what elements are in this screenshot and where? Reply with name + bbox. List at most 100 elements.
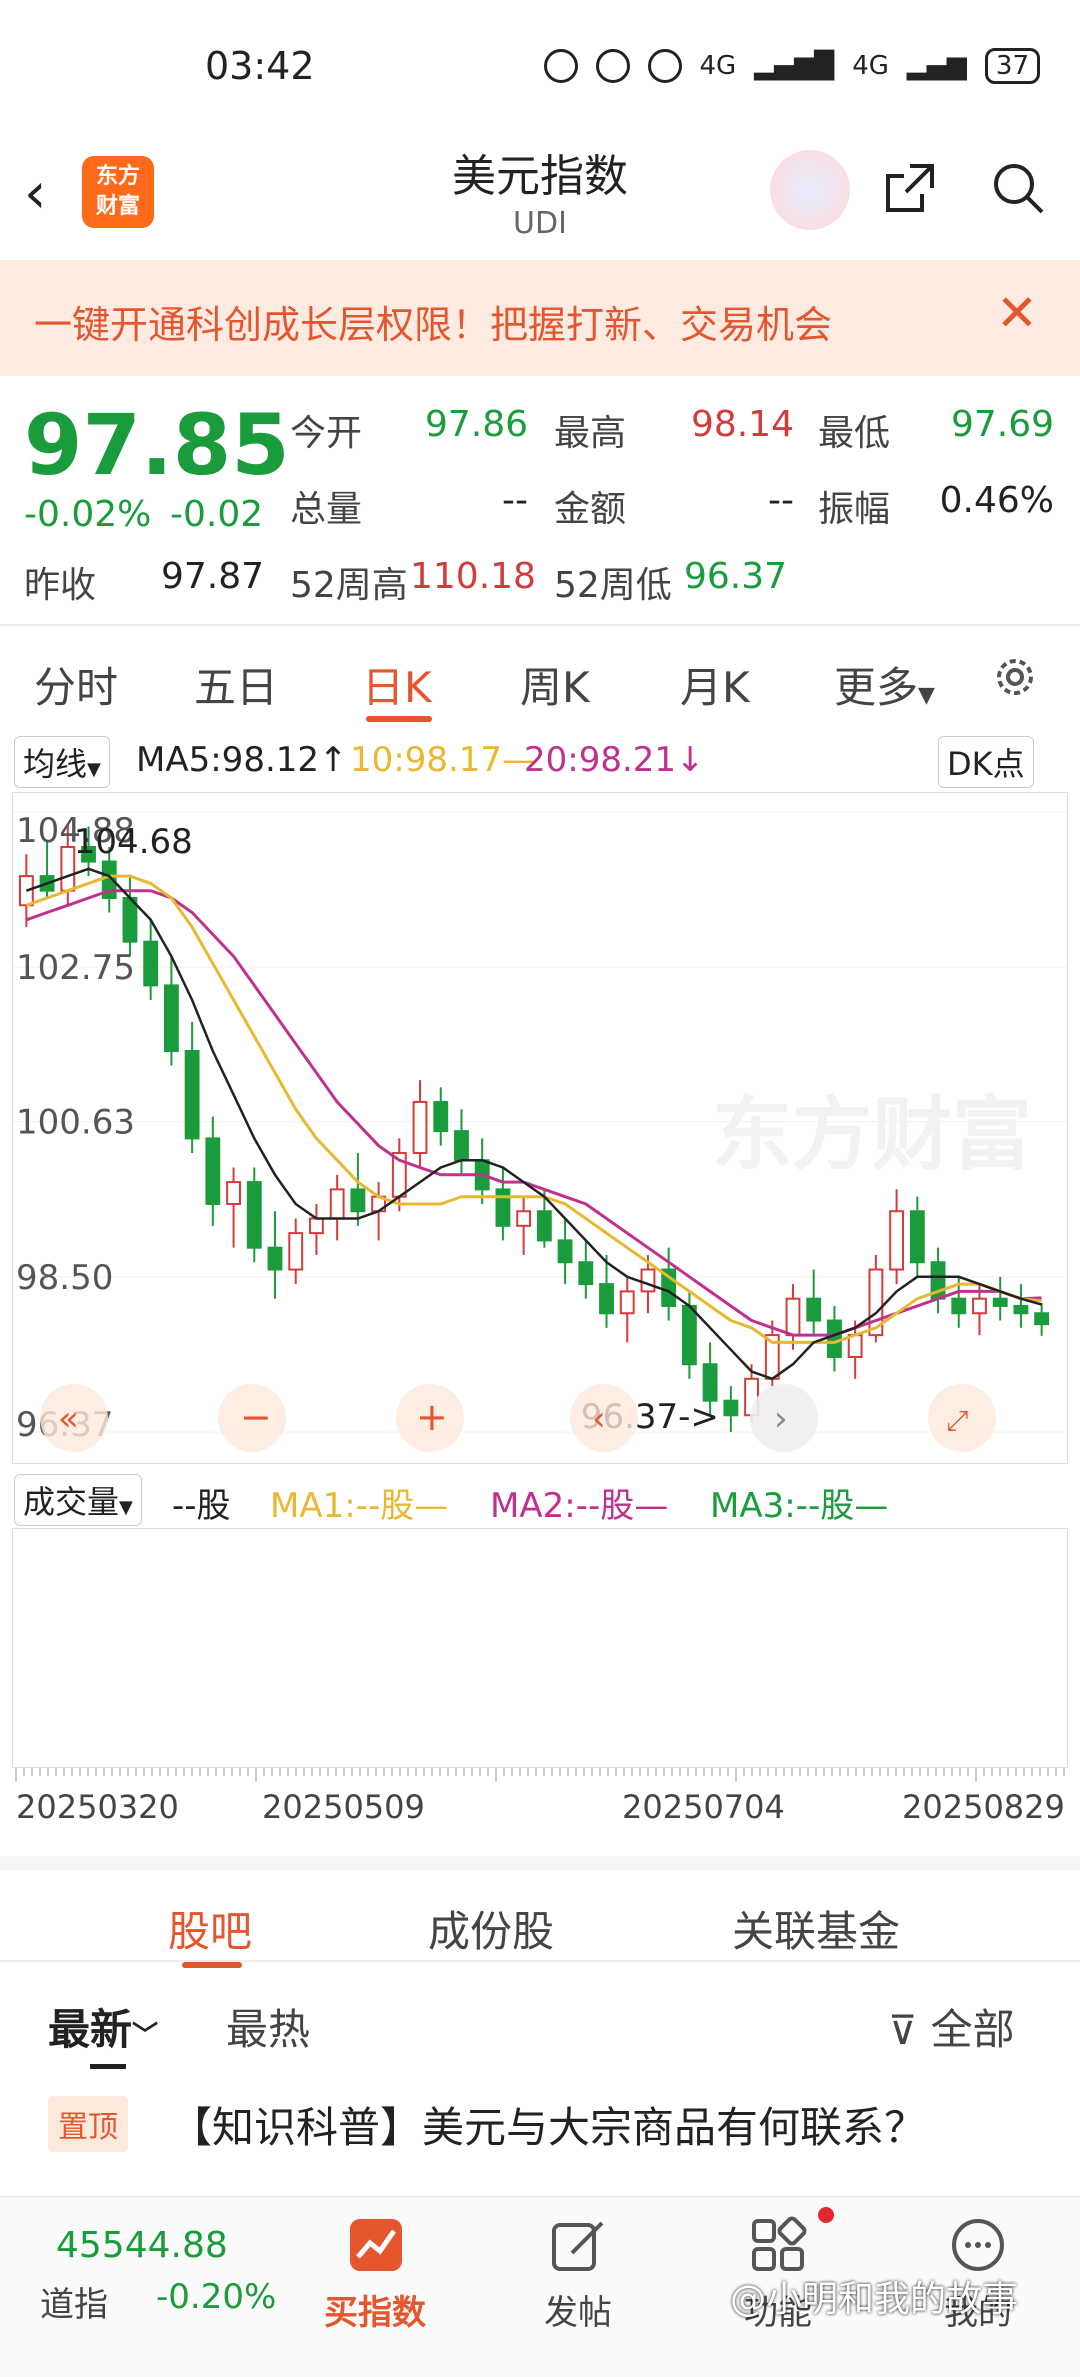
tab-more[interactable]: 更多▼ [834, 654, 935, 715]
date-label-4: 20250829 [902, 1788, 1065, 1826]
candle-body [205, 1137, 221, 1205]
prev-close-label: 昨收 [24, 565, 97, 606]
header: ‹ 东方 财富 美元指数 UDI [0, 140, 1080, 260]
image-watermark: @小明和我的故事 [730, 2279, 1019, 2320]
dk-point-button[interactable]: DK点 [938, 736, 1034, 788]
candle-body [184, 1049, 200, 1140]
volume-selector[interactable]: 成交量▼ [14, 1474, 142, 1526]
edit-icon[interactable] [548, 2215, 608, 2275]
double-left-icon[interactable]: « [58, 1399, 79, 1439]
y-tick-label: 100.63 [16, 1103, 135, 1143]
chevron-down-icon: ▼ [918, 683, 935, 708]
prev-close-value: 97.87 [160, 556, 264, 597]
candle-body [723, 1399, 739, 1417]
pinned-post-title[interactable]: 【知识科普】美元与大宗商品有何联系？ [170, 2094, 926, 2155]
index-value[interactable]: 45544.88 [56, 2225, 228, 2266]
chevron-down-icon: ﹀ [132, 2021, 159, 2051]
filter-all-label[interactable]: 全部 [931, 2005, 1015, 2054]
wk52-high-label: 52周高 [290, 565, 408, 606]
minus-icon[interactable]: − [240, 1395, 272, 1439]
index-name[interactable]: 道指 [40, 2277, 108, 2326]
candle-body [806, 1297, 822, 1322]
tab-monthly-k[interactable]: 月K [680, 654, 750, 715]
candle-body [267, 1246, 283, 1271]
period-tabs: 分时 五日 日K 周K 月K 更多▼ [0, 626, 1080, 726]
pinned-tag: 置顶 [48, 2096, 128, 2152]
close-icon[interactable]: ✕ [996, 284, 1038, 342]
candle-body [909, 1210, 925, 1264]
right-icon[interactable]: › [774, 1399, 788, 1439]
assistant-robot-icon[interactable] [770, 150, 850, 230]
candle-body [495, 1188, 511, 1227]
tab-underline [366, 716, 432, 722]
date-label-3: 20250704 [622, 1788, 785, 1826]
candle-body [557, 1239, 573, 1264]
chevron-down-icon: ▼ [87, 759, 101, 780]
change-value: -0.02 [170, 494, 264, 535]
candle-body [143, 940, 159, 987]
candle-body [889, 1210, 905, 1271]
apps-icon[interactable] [748, 2215, 808, 2275]
candle-body [951, 1297, 967, 1315]
promo-banner[interactable]: 一键开通科创成长层权限！把握打新、交易机会 ✕ [0, 260, 1080, 376]
sort-underline [90, 2064, 126, 2069]
candle-body [599, 1283, 614, 1315]
y-tick-label: 102.75 [16, 948, 135, 988]
current-price: 97.85 [24, 396, 290, 494]
expand-icon[interactable]: ⤢ [946, 1404, 968, 1437]
volume-value: -- [502, 480, 528, 521]
tab-constituents[interactable]: 成份股 [428, 1898, 554, 1959]
divider [0, 1960, 1080, 1962]
low-value: 97.69 [950, 404, 1054, 445]
ma-selector[interactable]: 均线▼ [14, 736, 110, 788]
tab-related-funds[interactable]: 关联基金 [732, 1898, 900, 1959]
tab-intraday[interactable]: 分时 [34, 654, 118, 715]
sort-latest-label[interactable]: 最新 [48, 2005, 132, 2054]
banner-text[interactable]: 一键开通科创成长层权限！把握打新、交易机会 [34, 294, 832, 349]
volume-selector-label[interactable]: 成交量 [23, 1483, 119, 1521]
share-icon[interactable] [880, 158, 940, 218]
tab-daily-k[interactable]: 日K [362, 654, 432, 715]
status-time: 03:42 [205, 44, 315, 88]
tab-stock-forum[interactable]: 股吧 [168, 1898, 252, 1959]
candle-body [847, 1334, 863, 1358]
candle-body [992, 1297, 1008, 1307]
buy-index-label[interactable]: 买指数 [300, 2285, 450, 2334]
search-icon[interactable] [988, 158, 1048, 218]
high-label: 最高 [554, 413, 627, 454]
candle-body [454, 1130, 469, 1162]
sort-hot[interactable]: 最热 [226, 1996, 310, 2057]
sort-latest[interactable]: 最新﹀ [48, 1996, 158, 2057]
change-percent: -0.02% [24, 494, 152, 535]
tab-weekly-k[interactable]: 周K [520, 654, 590, 715]
plus-icon[interactable]: + [416, 1395, 448, 1439]
post-label[interactable]: 发帖 [508, 2285, 648, 2334]
filter-all[interactable]: ⊽ 全部 [888, 1996, 1015, 2057]
date-axis-ticks [15, 1768, 1065, 1782]
volume-header: 成交量▼ --股 MA1:--股— MA2:--股— MA3:--股— [0, 1466, 1080, 1526]
network-4g-2: 4G [852, 51, 889, 81]
buy-index-icon[interactable] [346, 2215, 406, 2275]
left-icon[interactable]: ‹ [592, 1399, 606, 1439]
index-change[interactable]: -0.20% [156, 2277, 276, 2317]
amplitude-value: 0.46% [939, 480, 1054, 521]
ma-bar: 均线▼ MA5:98.12↑ 10:98.17— 20:98.21↓ DK点 [0, 728, 1080, 790]
kline-chart[interactable]: 东方财富 104.88102.75100.6398.5096.37 104.68… [12, 792, 1068, 1464]
signal-icon-2: ▂▄▆ [906, 51, 967, 81]
volume-chart[interactable] [12, 1528, 1068, 1768]
tab-more-label[interactable]: 更多 [834, 663, 918, 712]
candle-body [827, 1319, 842, 1358]
eye-icon [595, 49, 630, 83]
alarm-icon [647, 49, 682, 83]
ma-selector-label[interactable]: 均线 [23, 745, 87, 783]
tab-five-day[interactable]: 五日 [194, 654, 278, 715]
volume-unit: --股 [172, 1486, 231, 1526]
notification-dot [818, 2207, 834, 2223]
candle-body [1034, 1312, 1050, 1326]
more-icon[interactable] [948, 2215, 1008, 2275]
wk52-low-value: 96.37 [684, 556, 788, 597]
chart-controls: « − + ‹ › ⤢ [40, 1384, 996, 1452]
wk52-low-label: 52周低 [554, 565, 672, 606]
candle-body [288, 1232, 304, 1271]
gear-icon[interactable] [990, 652, 1040, 702]
